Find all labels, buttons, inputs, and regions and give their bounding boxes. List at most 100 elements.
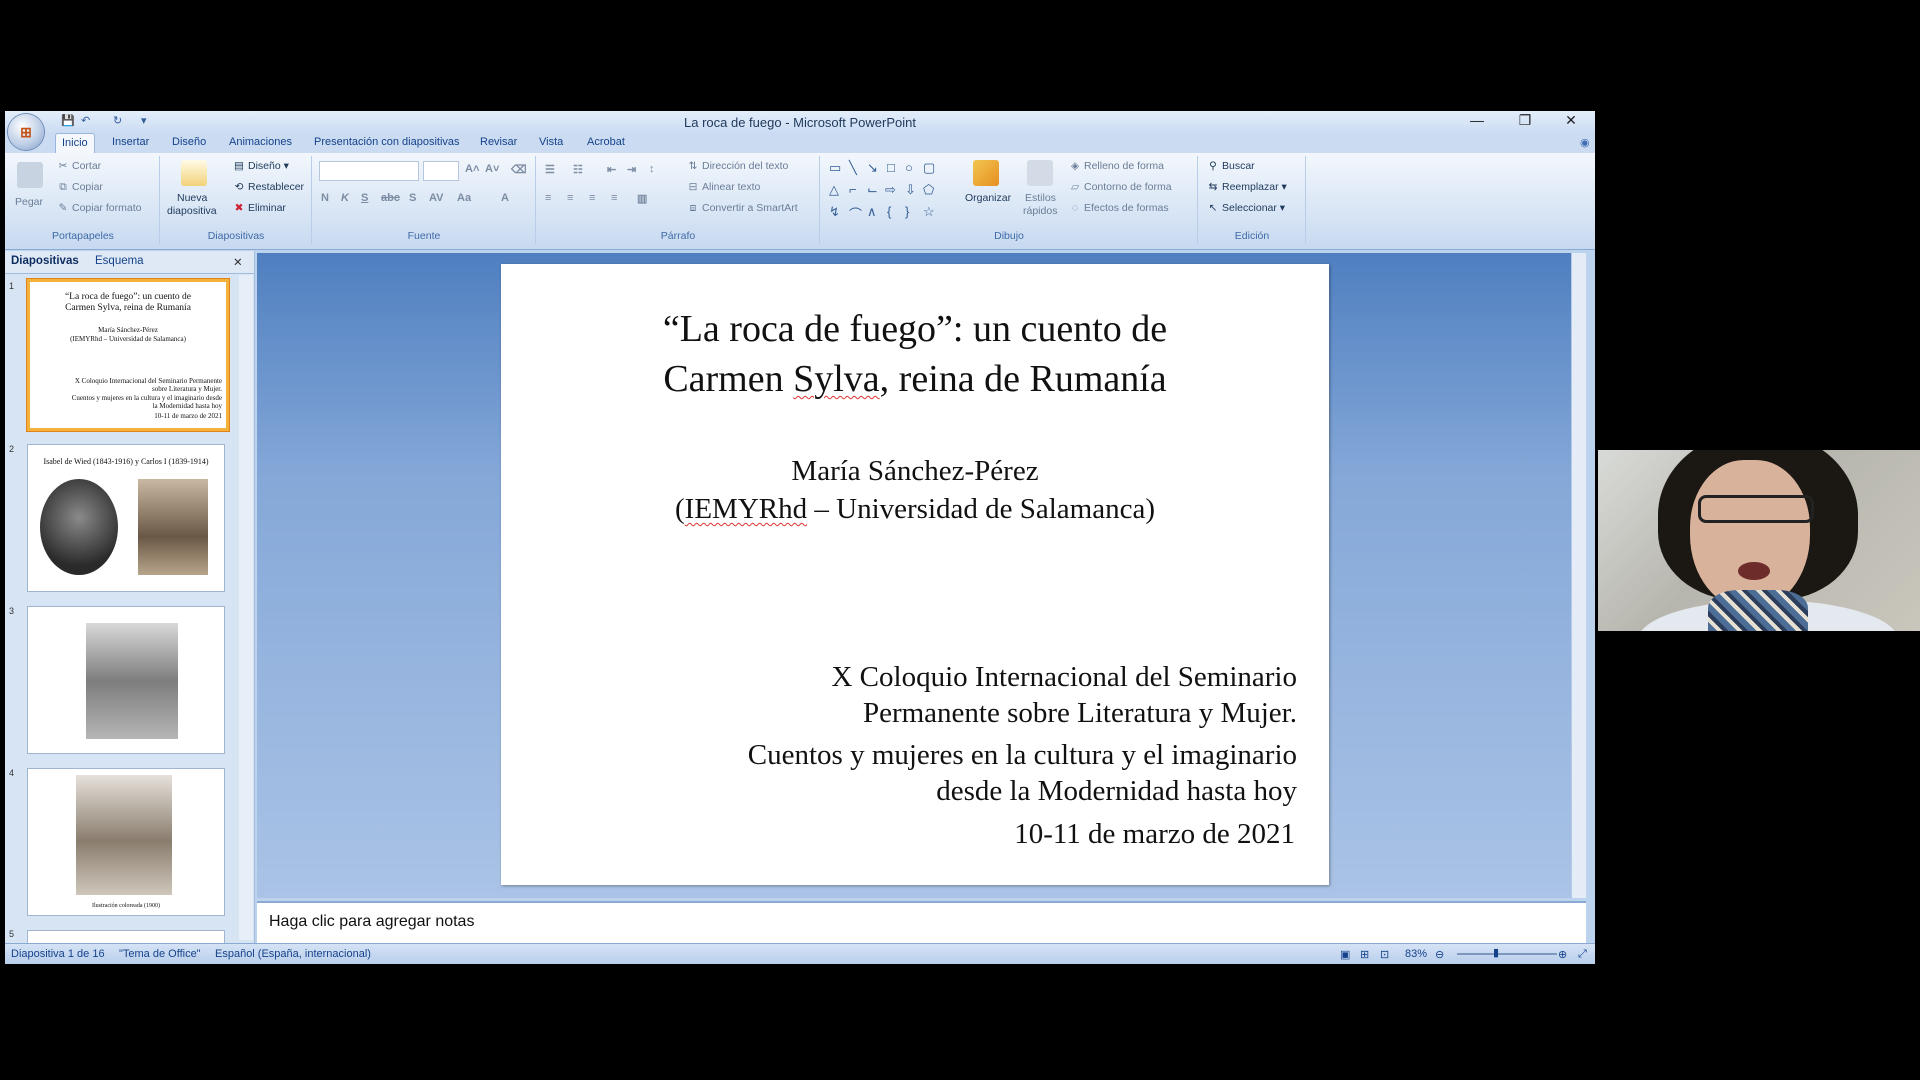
help-icon[interactable]: ◉ [1580,136,1590,149]
rectangle-shape-icon[interactable]: □ [887,160,895,175]
slide-thumbnail-2[interactable]: Isabel de Wied (1843-1916) y Carlos I (1… [27,444,225,592]
shrink-font-icon[interactable]: A˅ [485,163,499,175]
office-button[interactable]: ⊞ [8,114,44,150]
find-button[interactable]: ⚲ Buscar [1207,160,1255,172]
curve-shape-icon[interactable]: ∧ [867,204,877,220]
shape-outline-button[interactable]: ▱ Contorno de forma [1069,181,1172,193]
minimize-button[interactable]: — [1455,112,1499,132]
font-family-select[interactable] [319,161,419,181]
slide-subtitle-line-2[interactable]: desde la Modernidad hasta hoy [936,773,1297,809]
align-text-button[interactable]: ⊟ Alinear texto [687,181,761,193]
shadow-icon[interactable]: S [409,192,416,204]
increase-indent-icon[interactable]: ⇥ [627,163,636,176]
text-direction-button[interactable]: ⇅ Dirección del texto [687,160,789,172]
pentagon-shape-icon[interactable]: ⬠ [923,182,934,198]
align-right-icon[interactable]: ≡ [589,192,595,204]
zoom-level[interactable]: 83% [1405,948,1427,960]
change-case-icon[interactable]: Aa [457,192,471,204]
arrange-button[interactable]: Organizar [965,192,1011,204]
italic-icon[interactable]: K [341,192,349,204]
close-button[interactable]: ✕ [1549,112,1593,132]
panel-scrollbar[interactable] [239,275,253,940]
tab-animaciones[interactable]: Animaciones [229,136,292,148]
tab-slides[interactable]: Diapositivas [11,255,79,267]
textbox-shape-icon[interactable]: ▭ [829,160,841,176]
arc-shape-icon[interactable]: ⌒ [849,204,862,223]
smartart-button[interactable]: ⧈ Convertir a SmartArt [687,202,798,215]
zoom-out-icon[interactable]: ⊖ [1435,948,1444,961]
arrow-shape-icon[interactable]: ↘ [867,160,878,176]
new-slide-button[interactable]: Nueva [177,192,207,204]
reset-button[interactable]: ⟲ Restablecer [233,181,304,193]
slide-colloquium-line-1[interactable]: X Coloquio Internacional del Seminario [831,659,1297,695]
lightning-shape-icon[interactable]: ↯ [829,204,840,220]
rounded-rect-shape-icon[interactable]: ▢ [923,160,935,176]
shape-fill-button[interactable]: ◈ Relleno de forma [1069,160,1164,172]
notes-pane[interactable]: Haga clic para agregar notas [257,901,1586,945]
quick-styles-button-line2[interactable]: rápidos [1023,205,1057,217]
spacing-icon[interactable]: AV [429,192,443,204]
numbering-icon[interactable]: ☷ [573,163,583,176]
copy-button[interactable]: ⧉ Copiar [57,181,103,194]
slide-thumbnail-5[interactable] [27,930,225,944]
left-brace-icon[interactable]: { [887,204,891,219]
right-brace-icon[interactable]: } [905,204,909,219]
format-painter-button[interactable]: ✎ Copiar formato [57,202,142,214]
slide-thumbnail-4[interactable]: Ilustración coloreada (1900) [27,768,225,916]
slide-date[interactable]: 10-11 de marzo de 2021 [1014,816,1295,852]
cut-button[interactable]: ✂ Cortar [57,160,102,172]
down-arrow-shape-icon[interactable]: ⇩ [905,182,916,198]
slide-title[interactable]: “La roca de fuego”: un cuento de Carmen … [501,304,1329,404]
tab-vista[interactable]: Vista [539,136,563,148]
tab-diseno[interactable]: Diseño [172,136,206,148]
tab-revisar[interactable]: Revisar [480,136,517,148]
elbow-shape-icon[interactable]: ⌐ [849,182,857,197]
slide-thumbnail-3[interactable] [27,606,225,754]
select-button[interactable]: ↖ Seleccionar ▾ [1207,202,1285,214]
strikethrough-icon[interactable]: abc [381,192,400,204]
tab-insertar[interactable]: Insertar [112,136,149,148]
quick-styles-button[interactable]: Estilos [1025,192,1056,204]
fit-window-icon[interactable]: ⤢ [1578,948,1587,961]
slide-sorter-icon[interactable]: ⊞ [1360,948,1369,961]
bullets-icon[interactable]: ☰ [545,163,555,176]
clear-format-icon[interactable]: ⌫ [511,163,527,176]
slide-canvas[interactable]: “La roca de fuego”: un cuento de Carmen … [501,264,1329,885]
slide-colloquium-line-2[interactable]: Permanente sobre Literatura y Mujer. [863,695,1297,731]
restore-button[interactable]: ❐ [1503,112,1547,132]
justify-icon[interactable]: ≡ [611,192,617,204]
slide-scrollbar[interactable] [1571,253,1586,898]
zoom-in-icon[interactable]: ⊕ [1558,948,1567,961]
slide-subtitle-line-1[interactable]: Cuentos y mujeres en la cultura y el ima… [748,737,1297,773]
paste-button[interactable]: Pegar [15,196,43,208]
language-status[interactable]: Español (España, internacional) [215,948,371,960]
tab-outline[interactable]: Esquema [95,255,144,267]
align-left-icon[interactable]: ≡ [545,192,551,204]
slide-thumbnail-1[interactable]: “La roca de fuego”: un cuento de Carmen … [27,279,229,431]
slideshow-icon[interactable]: ⊡ [1380,948,1389,961]
delete-slide-button[interactable]: ✖ Eliminar [233,202,286,214]
line-shape-icon[interactable]: ╲ [849,160,857,176]
right-arrow-shape-icon[interactable]: ⇨ [885,182,896,198]
bold-icon[interactable]: N [321,192,329,204]
tab-acrobat[interactable]: Acrobat [587,136,625,148]
close-panel-icon[interactable]: ✕ [233,255,243,269]
star-shape-icon[interactable]: ☆ [923,204,935,220]
line-spacing-icon[interactable]: ↕ [649,163,655,175]
font-color-icon[interactable]: A [501,192,509,204]
grow-font-icon[interactable]: A˄ [465,163,479,175]
normal-view-icon[interactable]: ▣ [1340,948,1350,961]
oval-shape-icon[interactable]: ○ [905,160,913,175]
columns-icon[interactable]: ▥ [637,192,647,205]
tab-presentacion[interactable]: Presentación con diapositivas [314,136,460,148]
align-center-icon[interactable]: ≡ [567,192,573,204]
underline-icon[interactable]: S [361,192,368,204]
slide-author[interactable]: María Sánchez-Pérez [501,452,1329,490]
font-size-select[interactable] [423,161,459,181]
decrease-indent-icon[interactable]: ⇤ [607,163,616,176]
shape-effects-button[interactable]: ◌ Efectos de formas [1069,202,1169,214]
layout-button[interactable]: ▤ Diseño ▾ [233,160,289,172]
new-slide-button-line2[interactable]: diapositiva [167,205,217,217]
slide-institution[interactable]: (IEMYRhd – Universidad de Salamanca) [501,490,1329,528]
replace-button[interactable]: ⇆ Reemplazar ▾ [1207,181,1287,193]
